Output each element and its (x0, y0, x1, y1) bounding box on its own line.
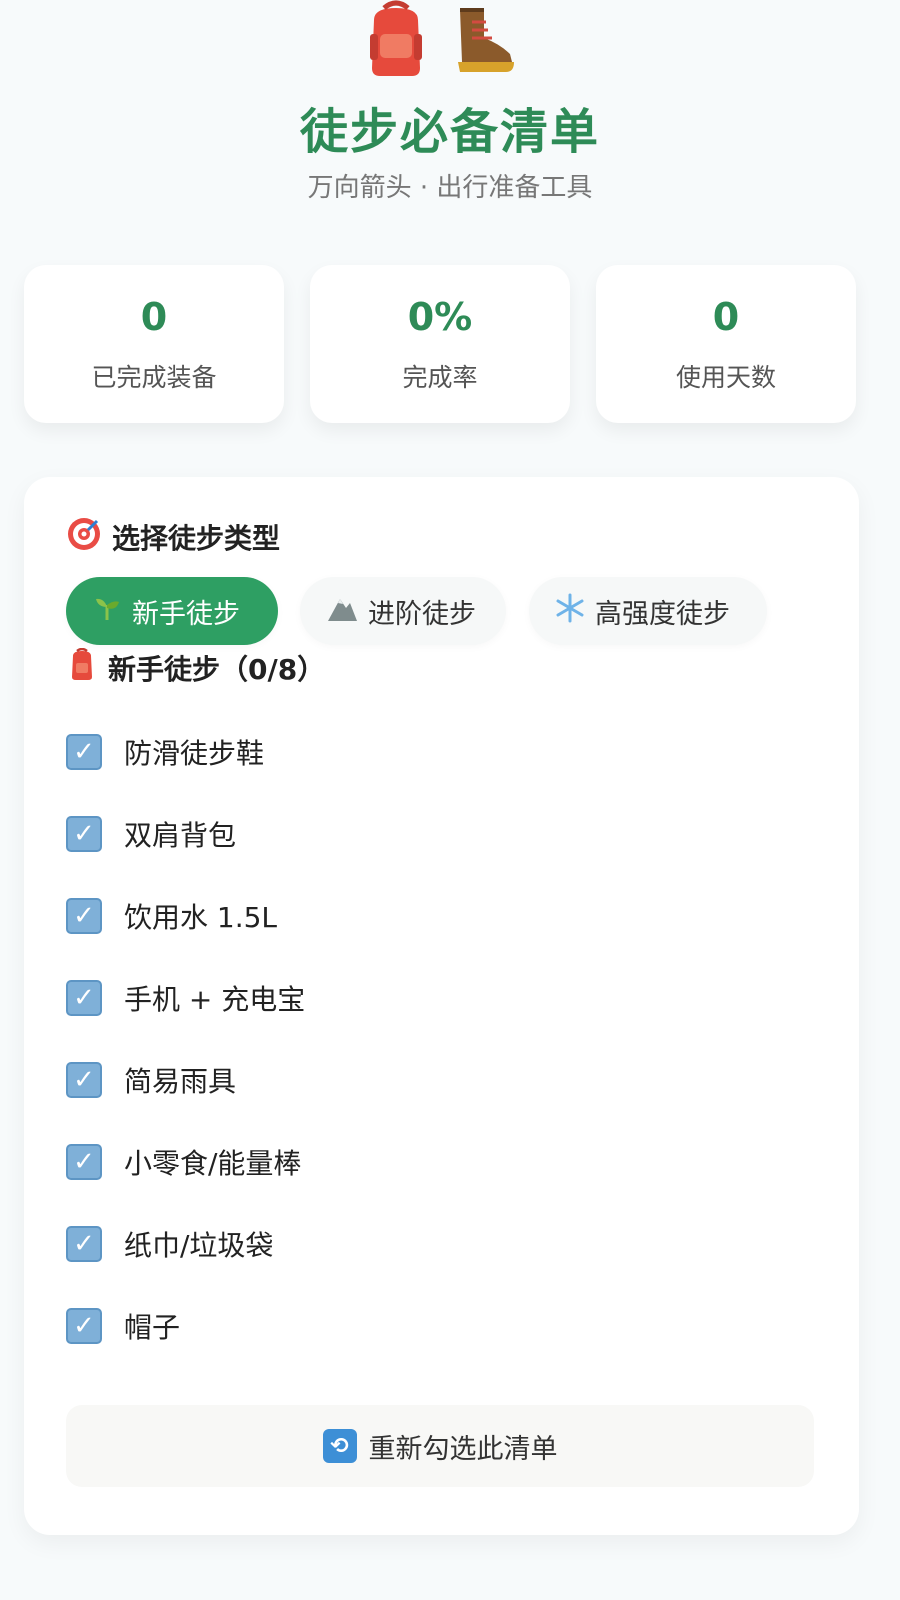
checkbox-checked[interactable]: ✓ (66, 1062, 102, 1098)
item-label: 饮用水 1.5L (124, 901, 278, 934)
stat-label: 已完成装备 (91, 363, 217, 392)
reset-checklist-button[interactable]: ⟲ 重新勾选此清单 (66, 1405, 814, 1487)
item-label: 小零食/能量棒 (124, 1147, 302, 1180)
stat-card-rate: 0% 完成率 (310, 265, 570, 423)
item-label: 纸巾/垃圾袋 (124, 1229, 274, 1262)
reset-button-label: 重新勾选此清单 (368, 1433, 558, 1465)
checkbox-checked[interactable]: ✓ (66, 1308, 102, 1344)
checkbox-checked[interactable]: ✓ (66, 980, 102, 1016)
checkbox-checked[interactable]: ✓ (66, 898, 102, 934)
stat-value: 0 (712, 295, 740, 339)
stat-value: 0 (140, 295, 168, 339)
type-option-label: 新手徒步 (132, 598, 240, 630)
type-selector-title: 选择徒步类型 (66, 517, 280, 557)
target-icon (66, 516, 102, 559)
checklist-item[interactable]: ✓ 手机 + 充电宝 (66, 973, 305, 1023)
checkbox-checked[interactable]: ✓ (66, 1144, 102, 1180)
snowflake-icon (555, 593, 585, 630)
checklist-title: 新手徒步（0/8） (108, 653, 326, 686)
checklist-header: 新手徒步（0/8） (66, 647, 326, 689)
main-checklist-card: 选择徒步类型 新手徒步 进阶徒步 高强度徒步 新手徒步（0/8） ✓ 防滑徒步鞋… (24, 477, 859, 1535)
checklist-item[interactable]: ✓ 帽子 (66, 1301, 180, 1351)
stat-label: 使用天数 (675, 363, 776, 392)
page-header: 徒步必备清单 万向箭头 · 出行准备工具 (0, 0, 900, 230)
type-option-label: 进阶徒步 (368, 598, 476, 630)
item-label: 双肩背包 (124, 819, 237, 852)
page-subtitle: 万向箭头 · 出行准备工具 (307, 173, 593, 203)
seedling-icon (92, 593, 122, 630)
item-label: 防滑徒步鞋 (124, 737, 265, 770)
type-selector-label: 选择徒步类型 (112, 522, 281, 555)
backpack-icon (66, 647, 98, 689)
checklist-item[interactable]: ✓ 简易雨具 (66, 1055, 236, 1105)
type-option-label: 高强度徒步 (595, 598, 730, 630)
checklist-item[interactable]: ✓ 双肩背包 (66, 809, 236, 859)
type-option-advanced[interactable]: 进阶徒步 (300, 577, 506, 645)
type-option-beginner[interactable]: 新手徒步 (66, 577, 278, 645)
checklist-item[interactable]: ✓ 防滑徒步鞋 (66, 727, 264, 777)
checkbox-checked[interactable]: ✓ (66, 734, 102, 770)
stat-card-days: 0 使用天数 (596, 265, 856, 423)
item-label: 手机 + 充电宝 (124, 983, 306, 1016)
checklist-item[interactable]: ✓ 小零食/能量棒 (66, 1137, 301, 1187)
checklist-item[interactable]: ✓ 饮用水 1.5L (66, 891, 277, 941)
checkbox-checked[interactable]: ✓ (66, 1226, 102, 1262)
stat-label: 完成率 (402, 363, 478, 392)
item-label: 简易雨具 (124, 1065, 237, 1098)
page-title: 徒步必备清单 (299, 104, 600, 160)
page-root: 徒步必备清单 万向箭头 · 出行准备工具 0 已完成装备 0% 完成率 0 使用… (0, 0, 900, 1600)
backpack-icon (356, 0, 436, 80)
checkbox-checked[interactable]: ✓ (66, 816, 102, 852)
type-option-intense[interactable]: 高强度徒步 (529, 577, 767, 645)
checklist-item[interactable]: ✓ 纸巾/垃圾袋 (66, 1219, 273, 1269)
stat-value: 0% (407, 295, 473, 339)
refresh-icon: ⟲ (322, 1429, 357, 1463)
item-label: 帽子 (124, 1311, 181, 1344)
mountain-icon (326, 593, 358, 630)
hero-icons (356, 0, 546, 80)
stat-card-completed: 0 已完成装备 (24, 265, 284, 423)
hiking-boot-icon (442, 2, 522, 82)
